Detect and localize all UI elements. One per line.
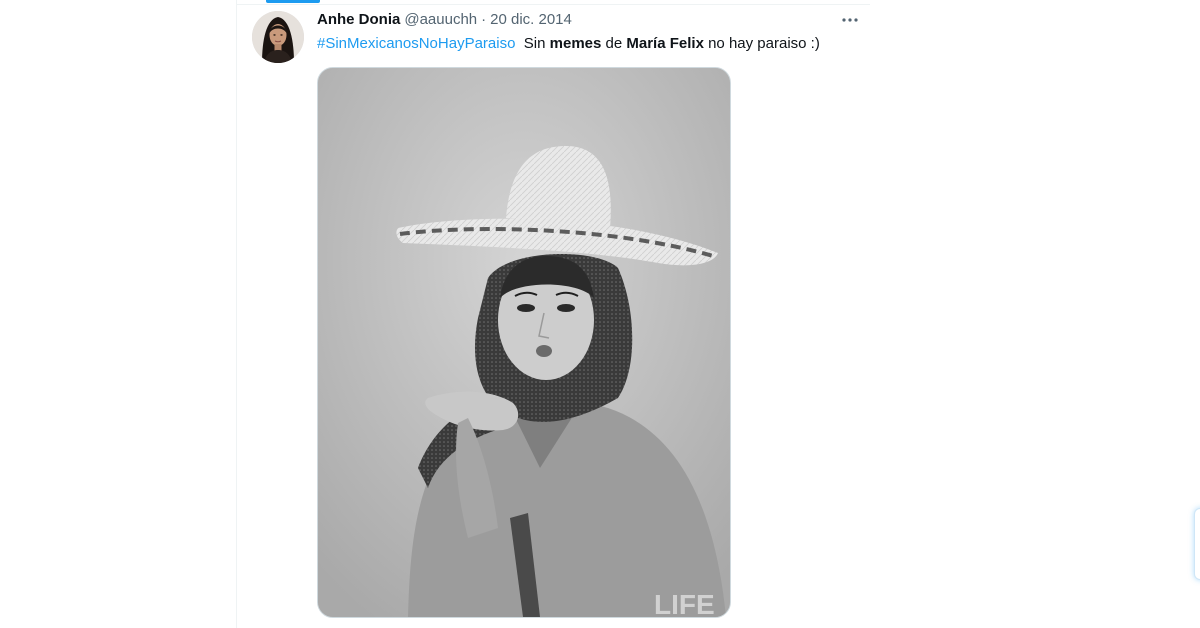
tweet-date[interactable]: 20 dic. 2014 bbox=[490, 10, 572, 30]
display-name[interactable]: Anhe Donia bbox=[317, 10, 400, 30]
tweet-text: #SinMexicanosNoHayParaiso Sin memes de M… bbox=[317, 34, 820, 54]
tweet-header: Anhe Donia @aauuchh · 20 dic. 2014 bbox=[317, 10, 572, 30]
photo-image: LIFE bbox=[318, 68, 730, 617]
user-handle[interactable]: @aauuchh bbox=[404, 10, 477, 30]
tweet-text-part-2: de bbox=[601, 35, 627, 52]
avatar-image bbox=[252, 11, 304, 63]
floating-edge-button[interactable] bbox=[1194, 508, 1200, 580]
photo-watermark: LIFE bbox=[654, 589, 715, 617]
tweet-page: Anhe Donia @aauuchh · 20 dic. 2014 #SinM… bbox=[0, 0, 1200, 628]
tweet-divider bbox=[237, 4, 870, 5]
header-separator: · bbox=[481, 11, 487, 28]
tweet-text-bold-1: memes bbox=[549, 35, 602, 52]
avatar[interactable] bbox=[252, 11, 304, 63]
tweet-text-part-1: Sin bbox=[523, 35, 550, 52]
more-options-button[interactable] bbox=[838, 9, 862, 31]
ellipsis-icon bbox=[842, 18, 858, 22]
top-accent-bar bbox=[266, 0, 320, 3]
tweet-media-photo[interactable]: LIFE bbox=[317, 67, 731, 618]
hashtag-link[interactable]: #SinMexicanosNoHayParaiso bbox=[317, 35, 515, 52]
timeline-column-border bbox=[236, 0, 237, 628]
tweet-text-bold-2: María Felix bbox=[626, 35, 704, 52]
tweet-text-part-3: no hay paraiso :) bbox=[703, 35, 820, 52]
